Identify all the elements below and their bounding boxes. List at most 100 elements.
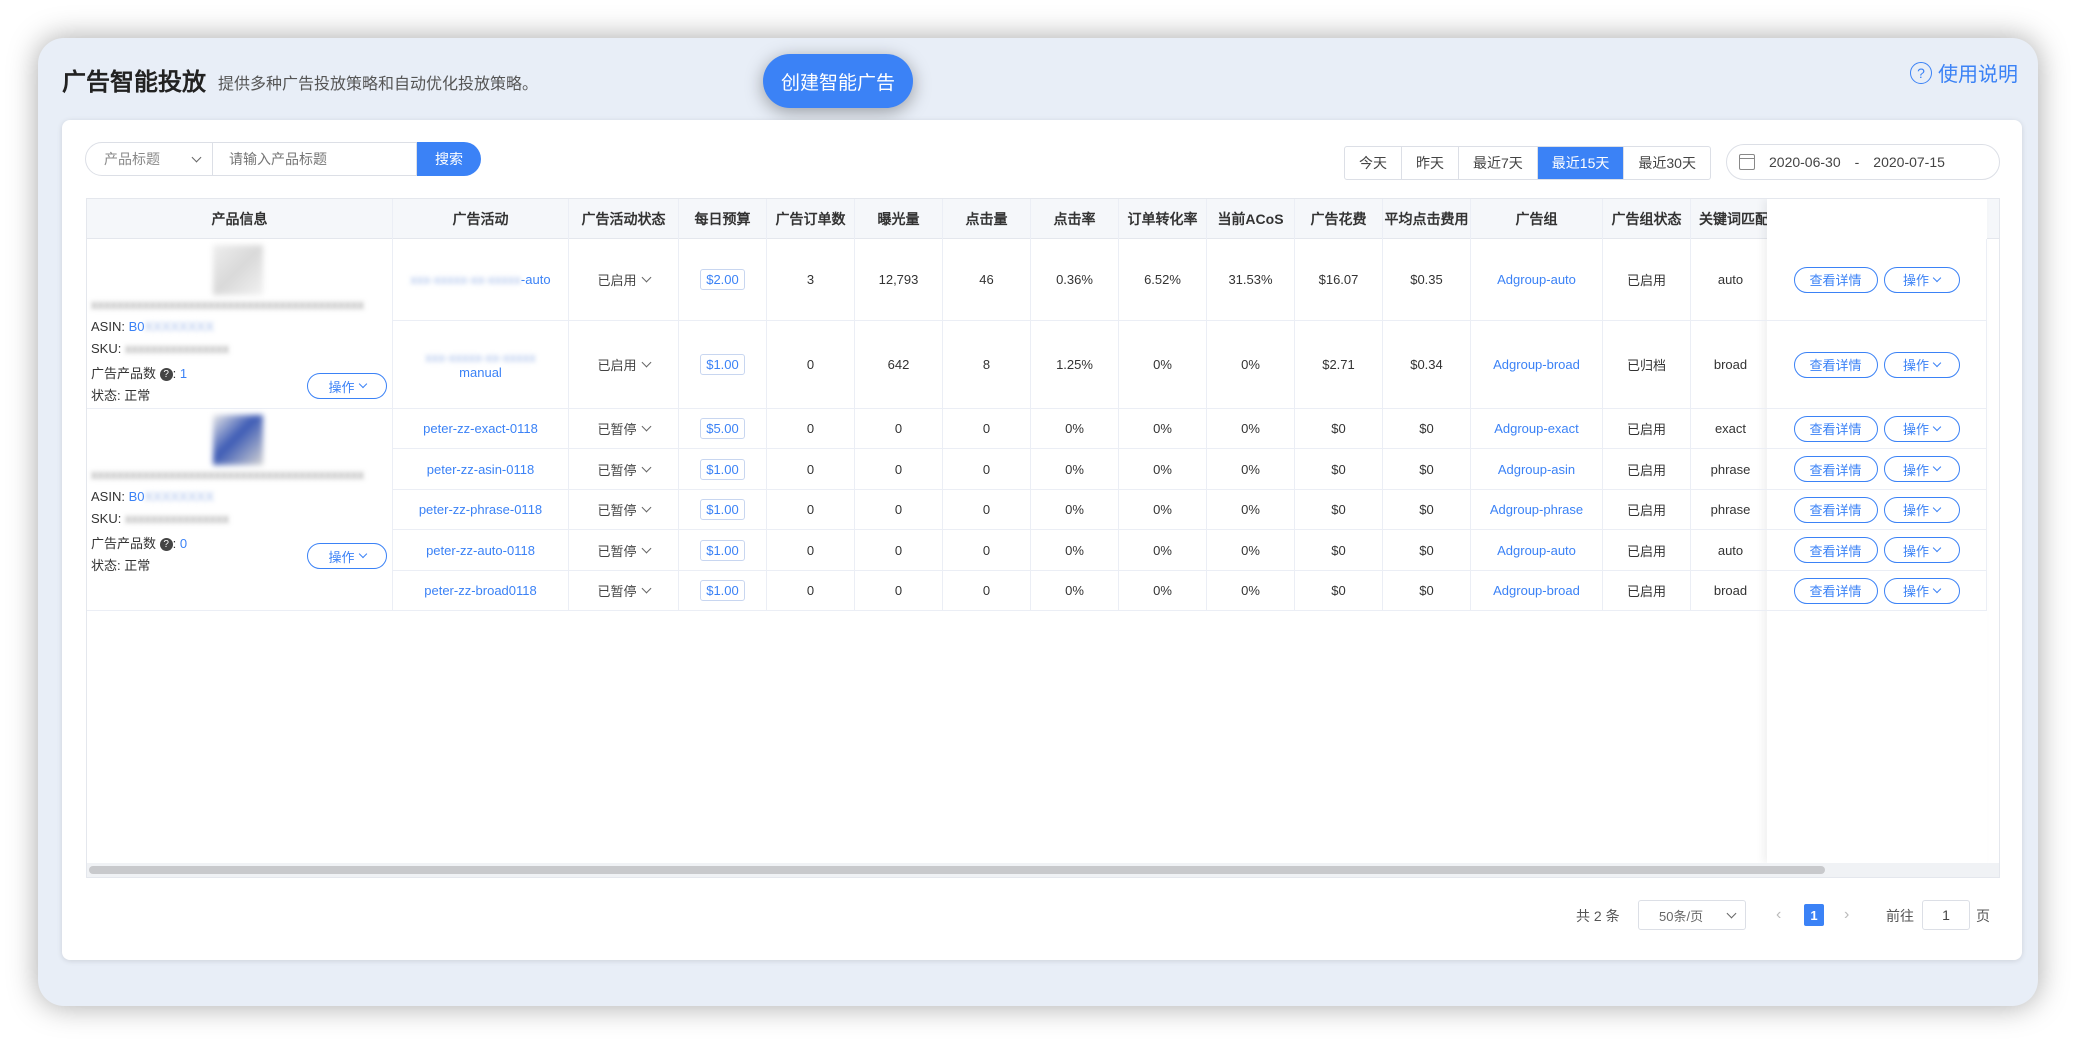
column-header: 点击率 [1031, 199, 1119, 239]
operation-dropdown-button[interactable]: 操作 [1883, 351, 1960, 378]
campaign-link[interactable]: peter-zz-auto-0118 [426, 543, 535, 558]
view-detail-button[interactable]: 查看详情 [1793, 577, 1878, 604]
product-info-value[interactable]: 0 [180, 536, 187, 551]
table-cell-spend: $0 [1295, 571, 1383, 611]
view-detail-button[interactable]: 查看详情 [1793, 351, 1878, 378]
help-icon[interactable]: ? [159, 538, 173, 552]
chevron-down-icon [1932, 462, 1942, 472]
chevron-down-icon [641, 583, 651, 594]
campaign-link[interactable]: peter-zz-phrase-0118 [419, 502, 542, 517]
daily-budget-input[interactable]: $2.00 [700, 269, 745, 290]
operation-dropdown-button[interactable]: 操作 [1883, 537, 1960, 563]
help-link[interactable]: ? 使用说明 [1910, 58, 2018, 87]
product-info-value[interactable]: 1 [180, 366, 187, 381]
table-cell-spend: $0 [1295, 530, 1383, 571]
product-info-label: 广告产品数 [91, 366, 157, 381]
next-page-icon[interactable]: › [1844, 906, 1849, 924]
campaign-status-select[interactable]: 已暂停 [597, 500, 651, 519]
table-cell-campaign: peter-zz-exact-0118 [393, 409, 569, 449]
view-detail-button[interactable]: 查看详情 [1793, 496, 1878, 523]
view-detail-button[interactable]: 查看详情 [1793, 456, 1878, 482]
adgroup-link[interactable]: Adgroup-auto [1497, 272, 1576, 287]
chevron-down-icon [1932, 543, 1942, 553]
table-cell-cpc: $0.34 [1383, 321, 1471, 409]
date-range-tab[interactable]: 最近15天 [1537, 147, 1625, 179]
date-range-tab[interactable]: 最近30天 [1624, 147, 1710, 179]
campaign-status-select[interactable]: 已启用 [597, 270, 651, 289]
campaign-link[interactable]: auto [525, 272, 550, 287]
campaign-link[interactable]: peter-zz-exact-0118 [423, 421, 538, 436]
table-cell-acos: 0% [1207, 409, 1295, 449]
table-cell-acos: 31.53% [1207, 239, 1295, 321]
campaign-status-select[interactable]: 已暂停 [597, 581, 651, 600]
page-number-current[interactable]: 1 [1804, 904, 1824, 926]
daily-budget-input[interactable]: $5.00 [700, 418, 745, 439]
operation-label: 操作 [1902, 462, 1929, 478]
campaign-link[interactable]: peter-zz-broad0118 [424, 583, 537, 598]
adgroup-link[interactable]: Adgroup-broad [1493, 583, 1580, 598]
campaign-link[interactable]: manual [459, 365, 502, 380]
operation-label: 操作 [1902, 584, 1929, 599]
operation-dropdown-button[interactable]: 操作 [1883, 496, 1960, 523]
question-icon: ? [1910, 61, 1932, 84]
product-info-label: ASIN: [91, 489, 125, 504]
page-size-select[interactable]: 50条/页 [1638, 900, 1746, 930]
table-cell-cvr: 6.52% [1119, 239, 1207, 321]
table-cell-adgroup: Adgroup-phrase [1471, 490, 1603, 530]
campaign-status-label: 已暂停 [597, 503, 637, 518]
daily-budget-input[interactable]: $1.00 [700, 539, 745, 561]
daily-budget-input[interactable]: $1.00 [700, 580, 745, 601]
campaign-link[interactable]: peter-zz-asin-0118 [427, 462, 534, 477]
product-operation-button[interactable]: 操作 [307, 543, 387, 569]
date-start: 2020-06-30 [1769, 154, 1841, 170]
campaign-status-label: 已暂停 [597, 584, 637, 599]
adgroup-link[interactable]: Adgroup-broad [1493, 357, 1580, 372]
adgroup-link[interactable]: Adgroup-asin [1498, 462, 1575, 477]
date-range-tab[interactable]: 最近7天 [1459, 147, 1538, 179]
table-cell-match: broad [1691, 321, 1771, 409]
date-range-tab[interactable]: 昨天 [1402, 147, 1459, 179]
table-cell-clicks: 0 [943, 571, 1031, 611]
prev-page-icon[interactable]: ‹ [1776, 906, 1781, 924]
create-smart-ad-button[interactable]: 创建智能广告 [763, 54, 913, 108]
column-header: 点击量 [943, 199, 1031, 239]
adgroup-link[interactable]: Adgroup-phrase [1490, 502, 1583, 517]
date-picker[interactable]: 2020-06-30 - 2020-07-15 [1726, 144, 2000, 180]
horizontal-scrollbar[interactable] [87, 863, 1999, 877]
scrollbar-thumb[interactable] [89, 866, 1825, 874]
table-cell-adgroup: Adgroup-asin [1471, 449, 1603, 490]
operation-dropdown-button[interactable]: 操作 [1883, 415, 1960, 442]
table-cell-budget: $1.00 [679, 571, 767, 611]
search-input[interactable] [213, 142, 417, 176]
ads-table: 产品信息 广告活动 广告活动状态 每日预算 广告订单数 曝光量 点击量 点击率 订单转化率 当前A… [86, 198, 2000, 878]
adgroup-link[interactable]: Adgroup-auto [1497, 543, 1576, 558]
adgroup-link[interactable]: Adgroup-exact [1494, 421, 1579, 436]
campaign-status-select[interactable]: 已暂停 [597, 419, 651, 438]
operation-label: 操作 [328, 549, 355, 565]
product-title-blurred: xxxxxxxxxxxxxxxxxxxxxxxxxxxxxxxxxxxxxxxx… [91, 467, 364, 482]
table-cell-clicks: 0 [943, 530, 1031, 571]
table-cell-adgroup_status: 已归档 [1603, 321, 1691, 409]
operation-label: 操作 [1902, 273, 1929, 288]
operation-dropdown-button[interactable]: 操作 [1883, 266, 1960, 293]
campaign-status-select[interactable]: 已暂停 [597, 460, 651, 479]
operation-dropdown-button[interactable]: 操作 [1883, 577, 1960, 604]
view-detail-button[interactable]: 查看详情 [1793, 266, 1878, 293]
operation-dropdown-button[interactable]: 操作 [1883, 456, 1960, 482]
product-operation-button[interactable]: 操作 [307, 373, 387, 399]
goto-page-input[interactable] [1922, 900, 1970, 930]
campaign-status-select[interactable]: 已启用 [597, 355, 651, 374]
view-detail-button[interactable]: 查看详情 [1793, 537, 1878, 563]
search-field-select[interactable]: 产品标题 [85, 142, 213, 176]
table-cell-budget: $1.00 [679, 530, 767, 571]
search-button[interactable]: 搜索 [417, 142, 481, 176]
daily-budget-input[interactable]: $1.00 [700, 354, 745, 375]
view-detail-button[interactable]: 查看详情 [1793, 415, 1878, 442]
table-cell-match: auto [1691, 530, 1771, 571]
daily-budget-input[interactable]: $1.00 [700, 499, 745, 520]
daily-budget-input[interactable]: $1.00 [700, 458, 745, 480]
help-icon[interactable]: ? [159, 368, 173, 382]
campaign-status-select[interactable]: 已暂停 [597, 541, 651, 560]
table-cell-cpc: $0.35 [1383, 239, 1471, 321]
date-range-tab[interactable]: 今天 [1345, 147, 1402, 179]
